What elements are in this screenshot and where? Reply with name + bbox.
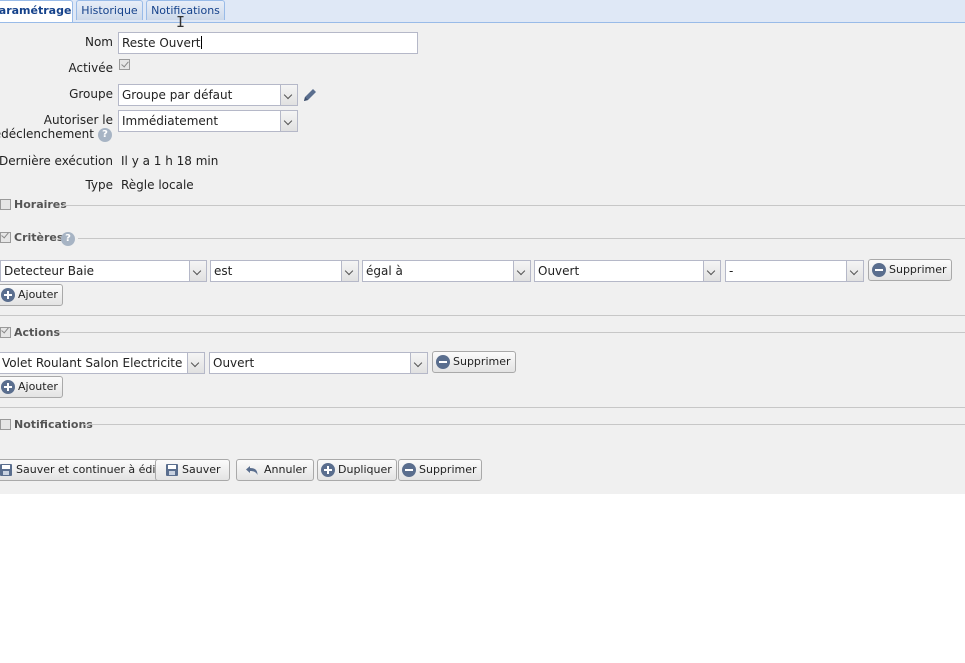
delete-button[interactable]: Supprimer xyxy=(398,459,482,481)
nom-label: Nom xyxy=(84,35,113,49)
duplicate-button[interactable]: Dupliquer xyxy=(317,459,397,481)
chevron-down-icon[interactable] xyxy=(281,84,298,106)
floppy-disk-icon xyxy=(0,464,12,476)
plus-circle-icon xyxy=(1,288,15,302)
save-label: Sauver xyxy=(182,463,221,476)
action-add-button[interactable]: Ajouter xyxy=(0,376,63,398)
type-label: Type xyxy=(85,178,113,192)
type-value: Règle locale xyxy=(121,178,194,192)
action-add-label: Ajouter xyxy=(18,380,58,393)
caret xyxy=(200,36,202,49)
tab-notifications[interactable]: Notifications xyxy=(146,0,225,20)
notifications-section-header[interactable]: Notifications xyxy=(0,418,93,432)
criteres-checkbox[interactable] xyxy=(0,232,11,243)
notifications-checkbox[interactable] xyxy=(0,419,11,430)
action-value-value: Ouvert xyxy=(209,352,411,374)
groupe-value: Groupe par défaut xyxy=(118,84,281,106)
duplicate-label: Dupliquer xyxy=(338,463,392,476)
autoriser-label-line1: Autoriser le xyxy=(43,113,113,127)
critere-delete-button[interactable]: Supprimer xyxy=(868,259,952,281)
critere-add-button[interactable]: Ajouter xyxy=(0,284,63,306)
tab-bar: Paramétrage Historique Notifications xyxy=(0,0,965,23)
cancel-label: Annuler xyxy=(264,463,307,476)
text-cursor-icon: I xyxy=(176,13,186,31)
plus-circle-icon xyxy=(1,380,15,394)
tab-historique[interactable]: Historique xyxy=(76,0,143,20)
autoriser-select[interactable]: Immédiatement xyxy=(118,110,298,132)
horaires-checkbox[interactable] xyxy=(0,199,11,210)
action-value-select[interactable]: Ouvert xyxy=(209,352,428,374)
action-delete-label: Supprimer xyxy=(453,355,511,368)
chevron-down-icon[interactable] xyxy=(514,260,531,282)
chevron-down-icon[interactable] xyxy=(342,260,359,282)
divider xyxy=(0,315,965,316)
critere-delete-label: Supprimer xyxy=(889,263,947,276)
critere-value-select[interactable]: Ouvert xyxy=(534,260,721,282)
autoriser-label-line2: redéclenchement xyxy=(0,127,94,141)
save-button[interactable]: Sauver xyxy=(155,459,230,481)
divider xyxy=(0,407,965,408)
critere-comparison-value: égal à xyxy=(362,260,514,282)
save-continue-label: Sauver et continuer à éditer xyxy=(16,463,172,476)
horaires-title: Horaires xyxy=(14,198,67,211)
nom-value: Reste Ouvert xyxy=(122,36,201,50)
critere-extra-value: - xyxy=(725,260,847,282)
minus-circle-icon xyxy=(436,355,450,369)
chevron-down-icon[interactable] xyxy=(847,260,864,282)
undo-arrow-icon xyxy=(246,466,258,475)
horaires-section-header[interactable]: Horaires xyxy=(0,198,67,212)
critere-operator-value: est xyxy=(210,260,342,282)
action-device-select[interactable]: Volet Roulant Salon Electricite xyxy=(0,352,205,374)
actions-section-header[interactable]: Actions xyxy=(0,326,60,340)
chevron-down-icon[interactable] xyxy=(188,352,205,374)
divider xyxy=(58,332,965,333)
notifications-title: Notifications xyxy=(14,418,93,431)
activee-checkbox[interactable] xyxy=(119,59,130,70)
criteres-section-header[interactable]: Critères xyxy=(0,231,63,245)
chevron-down-icon[interactable] xyxy=(281,110,298,132)
minus-circle-icon xyxy=(872,263,886,277)
derniere-execution-value: Il y a 1 h 18 min xyxy=(121,154,219,168)
critere-device-value: Detecteur Baie xyxy=(0,260,190,282)
cancel-button[interactable]: Annuler xyxy=(236,459,314,481)
divider xyxy=(78,238,965,239)
help-icon[interactable]: ? xyxy=(61,232,75,246)
action-delete-button[interactable]: Supprimer xyxy=(432,351,516,373)
critere-operator-select[interactable]: est xyxy=(210,260,359,282)
activee-label: Activée xyxy=(68,61,113,75)
plus-circle-icon xyxy=(321,463,335,477)
chevron-down-icon[interactable] xyxy=(411,352,428,374)
chevron-down-icon[interactable] xyxy=(190,260,207,282)
save-continue-button[interactable]: Sauver et continuer à éditer xyxy=(0,459,177,481)
groupe-select[interactable]: Groupe par défaut xyxy=(118,84,298,106)
divider xyxy=(84,424,965,425)
actions-title: Actions xyxy=(14,326,60,339)
actions-checkbox[interactable] xyxy=(0,327,11,338)
floppy-disk-icon xyxy=(166,464,178,476)
critere-value-value: Ouvert xyxy=(534,260,704,282)
edit-pencil-icon[interactable] xyxy=(302,87,318,103)
action-device-value: Volet Roulant Salon Electricite xyxy=(0,352,188,374)
critere-comparison-select[interactable]: égal à xyxy=(362,260,531,282)
derniere-execution-label: Dernière exécution xyxy=(0,154,113,168)
critere-device-select[interactable]: Detecteur Baie xyxy=(0,260,207,282)
groupe-label: Groupe xyxy=(69,87,113,101)
divider xyxy=(63,205,965,206)
nom-input[interactable]: Reste Ouvert xyxy=(118,32,418,54)
criteres-title: Critères xyxy=(14,231,64,244)
chevron-down-icon[interactable] xyxy=(704,260,721,282)
critere-add-label: Ajouter xyxy=(18,288,58,301)
minus-circle-icon xyxy=(402,463,416,477)
rule-editor-panel: Paramétrage Historique Notifications I N… xyxy=(0,0,965,494)
help-icon[interactable]: ? xyxy=(98,128,112,142)
autoriser-value: Immédiatement xyxy=(118,110,281,132)
critere-extra-select[interactable]: - xyxy=(725,260,864,282)
tab-parametrage[interactable]: Paramétrage xyxy=(0,0,73,22)
delete-label: Supprimer xyxy=(419,463,477,476)
